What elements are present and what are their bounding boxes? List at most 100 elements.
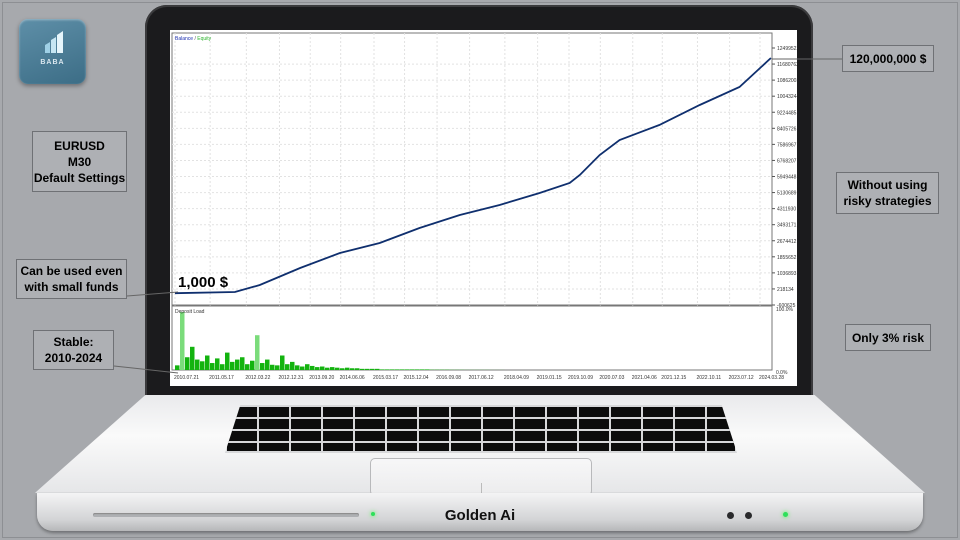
- deposit-load-bar: [325, 367, 330, 370]
- callout-small-funds: Can be used even with small funds: [16, 259, 127, 299]
- x-tick-label: 2019.01.15: [537, 375, 562, 381]
- deposit-load-bar: [220, 364, 225, 370]
- deposit-load-bar: [255, 335, 260, 370]
- deposit-load-title: Deposit Load: [175, 309, 205, 315]
- trackpad: [370, 458, 592, 496]
- x-tick-label: 2018.04.09: [504, 375, 529, 381]
- deposit-load-bar: [350, 368, 355, 370]
- strategy-tester-chart: 12499522 11680762 10862003 10043244 9224485 8…: [171, 32, 799, 381]
- port-dot: [727, 512, 734, 519]
- y-tick-label: 7586967: [777, 142, 797, 148]
- x-tick-label: 2023.07.12: [729, 375, 754, 381]
- deposit-load-bar: [395, 369, 400, 370]
- baba-logo: BABA: [19, 19, 86, 84]
- deposit-load-bar: [245, 364, 250, 370]
- deposit-load-bar: [280, 355, 285, 370]
- port-dot: [745, 512, 752, 519]
- y-tick-label: 3493171: [777, 223, 797, 229]
- x-tick-label: 2017.06.12: [469, 375, 494, 381]
- y-tick-label: 11680762: [777, 62, 797, 68]
- deposit-load-bar: [200, 361, 205, 370]
- deposit-load-bar: [310, 365, 315, 370]
- deposit-load-bar: [360, 368, 365, 370]
- deposit-load-bar: [380, 369, 385, 370]
- deposit-load-min: 0.0%: [776, 370, 788, 376]
- deposit-load-bar: [315, 367, 320, 370]
- y-tick-label: 218134: [777, 287, 794, 293]
- deposit-load-bar: [355, 368, 360, 370]
- x-tick-label: 2013.09.20: [309, 375, 334, 381]
- callout-final-balance: 120,000,000 $: [842, 45, 934, 72]
- deposit-load-bar: [205, 355, 210, 370]
- deposit-load-bar: [320, 366, 325, 370]
- y-tick-label: 4311930: [777, 207, 796, 213]
- x-tick-label: 2020.07.03: [599, 375, 624, 381]
- deposit-load-bar: [215, 358, 220, 370]
- y-tick-label: 2674412: [777, 239, 797, 245]
- x-tick-label: 2015.12.04: [404, 375, 429, 381]
- y-tick-label: 5130689: [777, 191, 797, 197]
- deposit-load-bar: [305, 364, 310, 370]
- y-tick-label: 9224485: [777, 110, 797, 116]
- deposit-load-bar: [190, 346, 195, 370]
- deposit-load-bar: [405, 369, 410, 370]
- x-tick-label: 2021.04.06: [632, 375, 657, 381]
- brand-label: Golden Ai: [444, 507, 516, 524]
- deposit-load-bar: [195, 359, 200, 370]
- deposit-load-bar: [230, 361, 235, 370]
- deposit-load-bar: [210, 363, 215, 370]
- deposit-load-bar: [330, 367, 335, 370]
- deposit-load-bar: [235, 359, 240, 370]
- deposit-load-bar: [365, 368, 370, 370]
- deposit-load-bar: [410, 369, 415, 370]
- deposit-load-bar: [340, 368, 345, 370]
- balance-pane: [171, 32, 773, 306]
- laptop-screen: 12499522 11680762 10862003 10043244 9224485 8…: [170, 30, 799, 386]
- deposit-load-bar: [420, 369, 425, 370]
- deposit-load-bar: [265, 359, 270, 370]
- start-balance-annotation: 1,000 $: [178, 274, 229, 291]
- legend: Balance / Equity: [175, 36, 212, 42]
- deposit-load-bar: [260, 363, 265, 370]
- x-tick-label: 2015.03.17: [373, 375, 398, 381]
- x-tick-label: 2010.07.21: [174, 375, 199, 381]
- x-tick-label: 2012.12.31: [278, 375, 303, 381]
- y-tick-label: 12499522: [777, 46, 797, 52]
- deposit-load-bar: [300, 366, 305, 370]
- chart-bars-icon: [45, 31, 63, 53]
- deposit-load-pane: [171, 305, 773, 371]
- y-tick-label: 6768207: [777, 158, 797, 164]
- deposit-load-bar: [290, 361, 295, 370]
- logo-text: BABA: [40, 59, 65, 66]
- laptop-front-edge: Golden Ai: [37, 493, 923, 531]
- y-tick-label: 10043244: [777, 94, 797, 100]
- x-tick-label: 2021.12.15: [661, 375, 686, 381]
- deposit-load-bar: [180, 312, 185, 370]
- deposit-load-bar: [400, 369, 405, 370]
- deposit-load-bar: [295, 365, 300, 370]
- x-tick-label: 2011.05.17: [209, 375, 234, 381]
- callout-risk: Only 3% risk: [845, 324, 931, 351]
- deposit-load-bar: [240, 357, 245, 370]
- deposit-load-bar: [370, 368, 375, 370]
- y-tick-label: 10862003: [777, 78, 797, 84]
- deposit-load-bar: [275, 365, 280, 370]
- deposit-load-bar: [270, 364, 275, 370]
- deposit-load-bar: [175, 365, 180, 370]
- x-tick-label: 2012.03.22: [245, 375, 270, 381]
- x-tick-label: 2022.10.11: [696, 375, 721, 381]
- callout-no-risky-strategies: Without using risky strategies: [836, 172, 939, 214]
- deposit-load-max: 100.0%: [776, 307, 794, 313]
- deposit-load-bar: [415, 369, 420, 370]
- deposit-load-bar: [335, 367, 340, 370]
- power-led: [783, 512, 788, 517]
- deposit-load-bar: [285, 364, 290, 370]
- keyboard: [225, 405, 737, 453]
- deposit-load-bar: [185, 357, 190, 370]
- x-tick-label: 2019.10.09: [568, 375, 593, 381]
- deposit-load-bar: [250, 360, 255, 370]
- y-tick-label: 1855652: [777, 255, 797, 261]
- deposit-load-bar: [425, 369, 430, 370]
- callout-stable: Stable: 2010-2024: [33, 330, 114, 370]
- deposit-load-bar: [345, 367, 350, 370]
